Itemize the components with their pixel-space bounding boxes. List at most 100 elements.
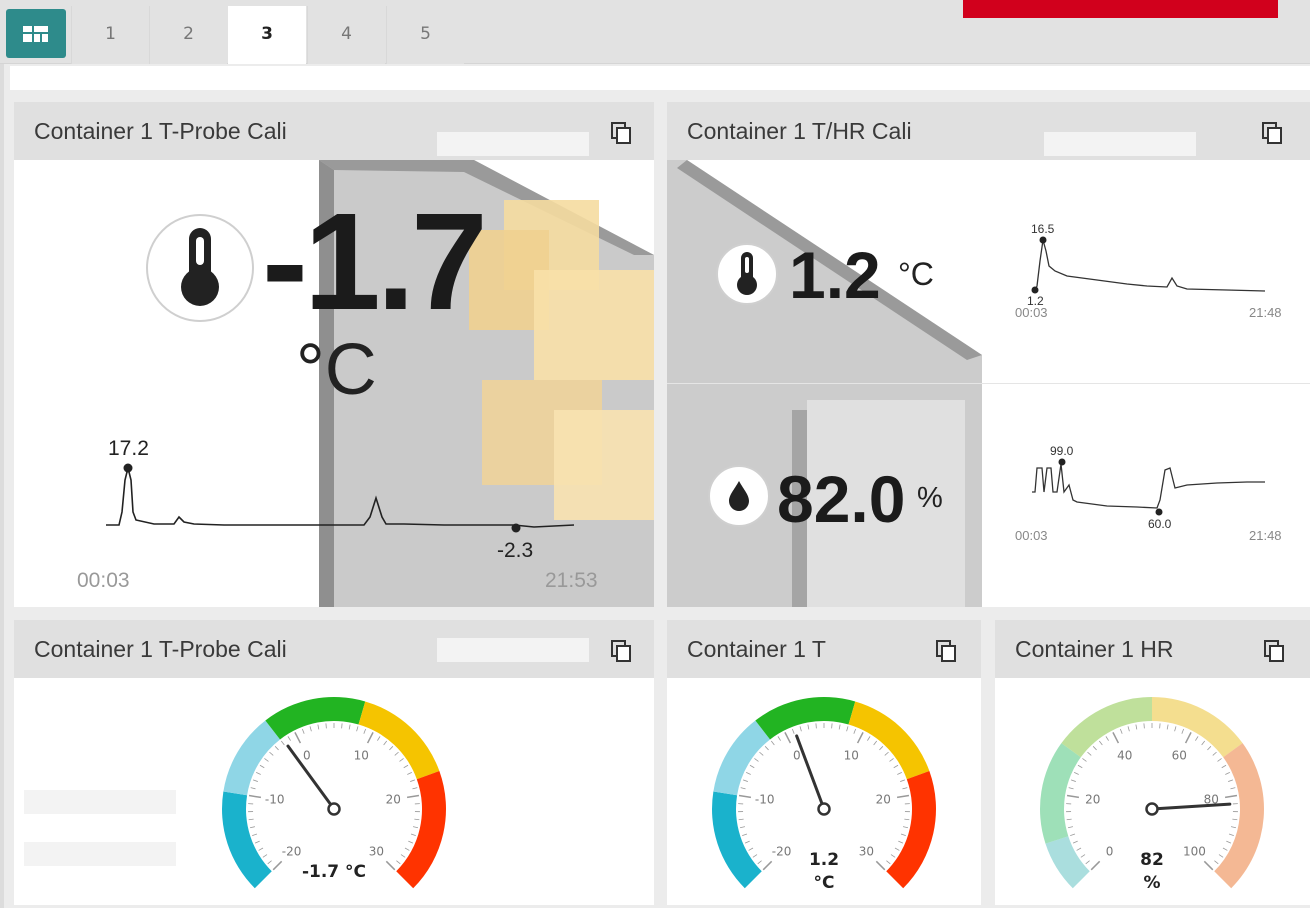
gauge-tick bbox=[897, 772, 902, 775]
gauge-tick bbox=[1067, 826, 1074, 829]
gauge-tick bbox=[348, 724, 351, 730]
tab-4[interactable]: 4 bbox=[307, 6, 385, 64]
gauge-tick bbox=[1087, 751, 1092, 756]
gauge-needle bbox=[795, 734, 826, 811]
gauge-tick bbox=[748, 847, 754, 851]
gauge-tick bbox=[894, 847, 900, 851]
panel-gauge-hr: Container 1 HR 0 20 40 60 80 100 82% bbox=[995, 620, 1310, 905]
gauge-band bbox=[713, 720, 771, 796]
gauge-tick bbox=[777, 736, 781, 741]
gauge-tick bbox=[1070, 779, 1076, 782]
gauge-tick-label: 100 bbox=[1183, 844, 1206, 858]
gauge-tick bbox=[1201, 740, 1206, 746]
gauge-tick bbox=[764, 746, 769, 751]
divider bbox=[667, 383, 1310, 384]
gauge-tick bbox=[250, 787, 256, 790]
thermometer-icon bbox=[716, 243, 778, 305]
gauge-tick bbox=[407, 772, 412, 775]
gauge-tick bbox=[1195, 736, 1199, 741]
gauge-tick bbox=[1070, 833, 1076, 836]
placeholder-bar bbox=[24, 842, 176, 866]
gauge-tick bbox=[898, 840, 904, 844]
min-point bbox=[511, 523, 521, 533]
gauge-tick bbox=[1090, 860, 1101, 871]
gauge-tick-label: -20 bbox=[772, 844, 792, 858]
gauge-tick bbox=[259, 764, 265, 769]
x-start-label: 00:03 bbox=[77, 569, 130, 592]
gauge-tick-label: -10 bbox=[265, 793, 285, 807]
gauge-tick bbox=[363, 728, 367, 734]
gauge-tick bbox=[294, 732, 302, 744]
gauge-tick bbox=[1074, 772, 1079, 775]
gauge-tick bbox=[902, 826, 909, 829]
gauge-tick bbox=[740, 787, 746, 790]
temp-sparkline: 16.5 1.2 00:03 21:48 bbox=[1015, 222, 1282, 320]
gauge-tick bbox=[280, 740, 285, 746]
gauge-tick bbox=[799, 726, 802, 732]
dashboard-home-button[interactable] bbox=[6, 9, 66, 58]
gauge-tick bbox=[807, 724, 810, 730]
gauge-tick bbox=[1135, 724, 1138, 730]
big-unit: °C bbox=[296, 330, 377, 410]
gauge-tick bbox=[410, 779, 416, 782]
gauge-tick bbox=[1218, 854, 1224, 858]
gauge-tick-label: -20 bbox=[282, 844, 302, 858]
gauge-tick bbox=[904, 818, 910, 821]
gauge-tick bbox=[258, 847, 264, 851]
gauge-band bbox=[1214, 743, 1264, 889]
gauge-tick bbox=[410, 833, 416, 836]
copy-icon[interactable] bbox=[1263, 639, 1285, 663]
gauge-tick bbox=[757, 860, 762, 865]
gauge-tick bbox=[1228, 833, 1234, 836]
gauge-tick bbox=[762, 860, 773, 871]
gauge-band bbox=[396, 771, 446, 889]
tab-2[interactable]: 2 bbox=[149, 6, 227, 64]
copy-icon[interactable] bbox=[935, 639, 957, 663]
gauge-tick bbox=[738, 794, 752, 799]
gauge-tick bbox=[749, 764, 755, 769]
gauge-tick bbox=[1214, 860, 1219, 865]
gauge-tick bbox=[884, 751, 889, 756]
gauge-tick bbox=[1119, 728, 1123, 734]
gauge-tick bbox=[1222, 847, 1228, 851]
gauge-tick bbox=[383, 740, 388, 746]
placeholder-bar bbox=[437, 638, 589, 662]
gauge-tick-label: 0 bbox=[1106, 844, 1114, 858]
gauge-tick bbox=[739, 826, 746, 829]
gauge-tick bbox=[784, 732, 792, 744]
gauge-tick bbox=[1127, 726, 1130, 732]
tab-1[interactable]: 1 bbox=[71, 6, 149, 64]
gauge-band bbox=[223, 720, 281, 796]
x-end-label: 21:53 bbox=[545, 569, 598, 592]
gauge-tick bbox=[856, 732, 864, 744]
gauge-band bbox=[358, 701, 440, 780]
gauge-tick bbox=[791, 728, 795, 734]
gauge-tick bbox=[269, 751, 274, 756]
max-point bbox=[123, 463, 133, 473]
gauge-tick bbox=[738, 818, 744, 821]
gauge-tick bbox=[1076, 847, 1082, 851]
gauge-tick bbox=[1228, 779, 1234, 782]
hr-x-start: 00:03 bbox=[1015, 528, 1048, 543]
temp-x-start: 00:03 bbox=[1015, 305, 1048, 320]
tab-5[interactable]: 5 bbox=[386, 6, 464, 64]
tab-3[interactable]: 3 bbox=[228, 6, 306, 64]
gauge-band bbox=[886, 771, 936, 889]
gauge-tick bbox=[301, 728, 305, 734]
gauge-tick bbox=[1174, 726, 1177, 732]
gauge-tick bbox=[838, 724, 841, 730]
gauge-tick bbox=[267, 860, 272, 865]
gauge-tick bbox=[252, 779, 258, 782]
gauge-tick bbox=[403, 764, 409, 769]
gauge-tick bbox=[1226, 840, 1232, 844]
hr-sparkline: 99.0 60.0 00:03 21:48 bbox=[1015, 444, 1282, 543]
copy-icon[interactable] bbox=[1261, 121, 1283, 145]
gauge-band bbox=[1040, 743, 1081, 844]
gauge-tick bbox=[1085, 860, 1090, 865]
gauge-tick bbox=[400, 854, 406, 858]
hr-max-label: 99.0 bbox=[1050, 444, 1074, 458]
gauge-tick bbox=[262, 854, 268, 858]
copy-icon[interactable] bbox=[610, 639, 632, 663]
gauge-tick bbox=[1082, 758, 1087, 762]
copy-icon[interactable] bbox=[610, 121, 632, 145]
